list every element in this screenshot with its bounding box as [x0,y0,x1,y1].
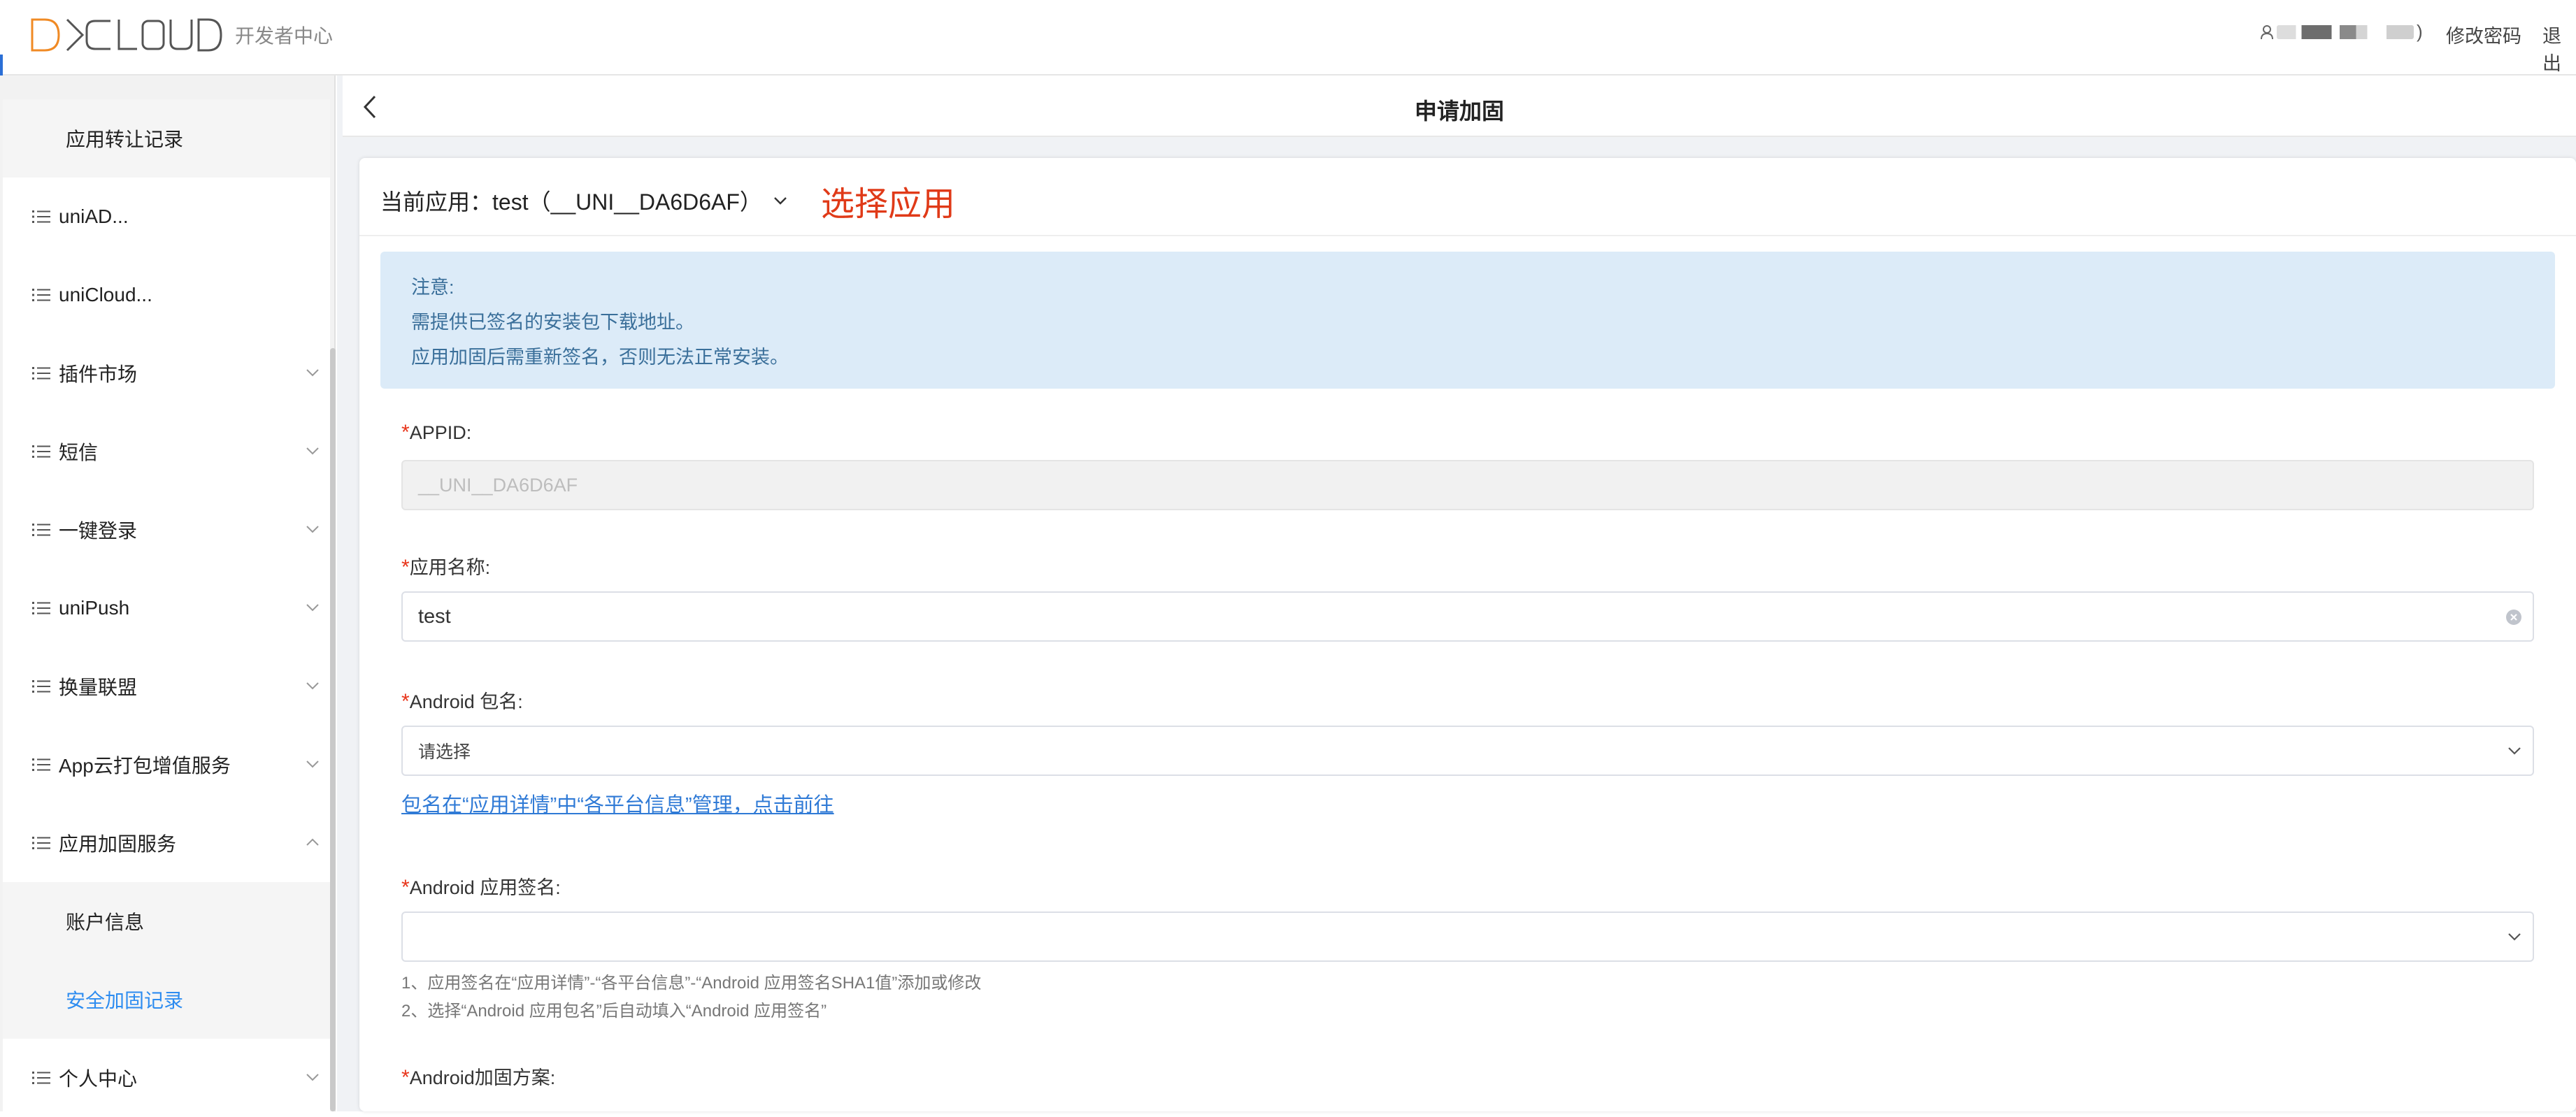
app-name-label: *应用名称: [401,552,490,579]
list-icon [32,680,50,693]
current-app-text: 当前应用：test（__UNI__DA6D6AF） [380,189,762,215]
sidebar-item-label: 短信 [59,442,99,463]
appid-label-text: APPID: [409,422,472,443]
hardening-scheme-label: *Android加固方案: [401,1062,555,1090]
list-icon [32,524,50,536]
chevron-up-icon [306,838,319,846]
form-card: 当前应用：test（__UNI__DA6D6AF） 选择应用 注意: 需提供已签… [359,158,2576,1111]
change-password-link[interactable]: 修改密码 [2446,21,2521,48]
developer-center-title: 开发者中心 [235,25,334,47]
list-icon [32,837,50,849]
sidebar-item-label: 个人中心 [59,1068,138,1090]
page-titlebar: 申请加固 [343,75,2576,137]
list-icon [32,1072,50,1084]
android-package-select[interactable]: 请选择 [401,726,2534,776]
sidebar-item-label: 插件市场 [59,363,138,385]
android-package-label-text: Android 包名: [409,691,523,712]
sidebar-item-label: 一键登录 [59,520,138,542]
signature-hint: 1、应用签名在“应用详情”-“各平台信息”-“Android 应用签名SHA1值… [401,974,982,993]
signature-hint: 2、选择“Android 应用包名”后自动填入“Android 应用签名” [401,1002,827,1021]
notice-line: 需提供已签名的安装包下载地址。 [411,312,694,333]
list-icon [32,367,50,380]
sidebar-item-personal-center[interactable]: 个人中心 [3,1039,330,1117]
chevron-down-icon [2508,747,2521,755]
sidebar-item-label: 应用加固服务 [59,833,177,855]
sidebar-item-label: App云打包增值服务 [59,755,231,777]
username-suffix: ) [2417,21,2423,42]
top-header: 开发者中心 ) 修改密码 退出 [0,0,2576,75]
app-name-value: test [418,605,451,628]
android-signature-select[interactable] [401,911,2534,962]
divider [359,235,2576,236]
sidebar-item-one-click-login[interactable]: 一键登录 [3,491,330,569]
required-mark: * [401,690,410,713]
chevron-down-icon [306,604,319,612]
user-icon [2261,24,2273,39]
sidebar-item-unicloud[interactable]: uniCloud... [3,256,330,334]
list-icon [32,289,50,301]
sidebar-item-label: uniPush [59,597,130,619]
android-signature-label: *Android 应用签名: [401,872,561,900]
current-app-row: 当前应用：test（__UNI__DA6D6AF） 选择应用 [380,176,955,225]
sidebar-item-label: 安全加固记录 [66,990,184,1011]
android-package-placeholder: 请选择 [418,742,471,762]
chevron-down-icon [306,369,319,377]
sidebar-item-label: uniCloud... [59,284,152,305]
sidebar-scrollbar[interactable] [330,348,336,1111]
sidebar-item-hardening-records[interactable]: 安全加固记录 [3,960,330,1039]
package-manage-link[interactable]: 包名在“应用详情”中“各平台信息”管理，点击前往 [401,788,834,818]
required-mark: * [401,876,410,899]
notice-box: 注意: 需提供已签名的安装包下载地址。 应用加固后需重新签名，否则无法正常安装。 [380,252,2555,389]
notice-line: 应用加固后需重新签名，否则无法正常安装。 [411,347,789,368]
appid-value: __UNI__DA6D6AF [418,474,578,496]
android-package-label: *Android 包名: [401,686,523,714]
sidebar-item-traffic-exchange[interactable]: 换量联盟 [3,647,330,726]
sidebar-item-label: 账户信息 [66,911,145,933]
window-edge [0,55,3,75]
sidebar-item-plugin-market[interactable]: 插件市场 [3,334,330,412]
appid-label: *APPID: [401,421,471,445]
list-icon [32,602,50,614]
list-icon [32,210,50,223]
chevron-down-icon [306,682,319,690]
android-signature-label-text: Android 应用签名: [409,877,561,898]
chevron-down-icon [306,761,319,768]
clear-icon[interactable] [2505,608,2523,626]
current-app-dropdown[interactable]: 当前应用：test（__UNI__DA6D6AF） [380,185,789,217]
list-icon [32,445,50,458]
sidebar-item-unipush[interactable]: uniPush [3,569,330,647]
sidebar-item-sms[interactable]: 短信 [3,412,330,491]
notice-title: 注意: [411,277,455,298]
dcloud-logo[interactable] [28,15,224,55]
sidebar-item-app-cloud-build[interactable]: App云打包增值服务 [3,726,330,804]
sidebar-item-transfer-records[interactable]: 应用转让记录 [3,99,330,178]
sidebar-item-label: 换量联盟 [59,677,138,698]
chevron-down-icon [306,526,319,533]
app-name-input[interactable]: test [401,591,2534,642]
select-app-button[interactable]: 选择应用 [821,176,955,225]
sidebar-item-uniad[interactable]: uniAD... [3,178,330,256]
hardening-scheme-label-text: Android加固方案: [409,1067,556,1088]
chevron-down-icon [306,447,319,455]
appid-field: __UNI__DA6D6AF [401,460,2534,510]
redacted-username [2277,24,2414,39]
required-mark: * [401,556,410,579]
required-mark: * [401,1066,410,1089]
sidebar-item-label: 应用转让记录 [66,129,184,150]
sidebar: 应用转让记录 uniAD... uniCloud... 插件市场 短信 一键登录… [0,75,336,1117]
page-title: 申请加固 [1414,99,1504,124]
user-account[interactable]: ) [2260,21,2423,43]
required-mark: * [401,421,410,444]
main-content: 申请加固 当前应用：test（__UNI__DA6D6AF） 选择应用 注意: … [337,75,2576,1111]
list-icon [32,758,50,771]
app-name-label-text: 应用名称: [409,557,491,578]
logout-link[interactable]: 退出 [2542,21,2576,75]
sidebar-item-label: uniAD... [59,206,129,227]
sidebar-item-account-info[interactable]: 账户信息 [3,882,330,960]
chevron-down-icon [774,197,787,205]
chevron-down-icon [306,1074,319,1081]
sidebar-item-app-hardening[interactable]: 应用加固服务 [3,804,330,882]
chevron-down-icon [2508,933,2521,941]
